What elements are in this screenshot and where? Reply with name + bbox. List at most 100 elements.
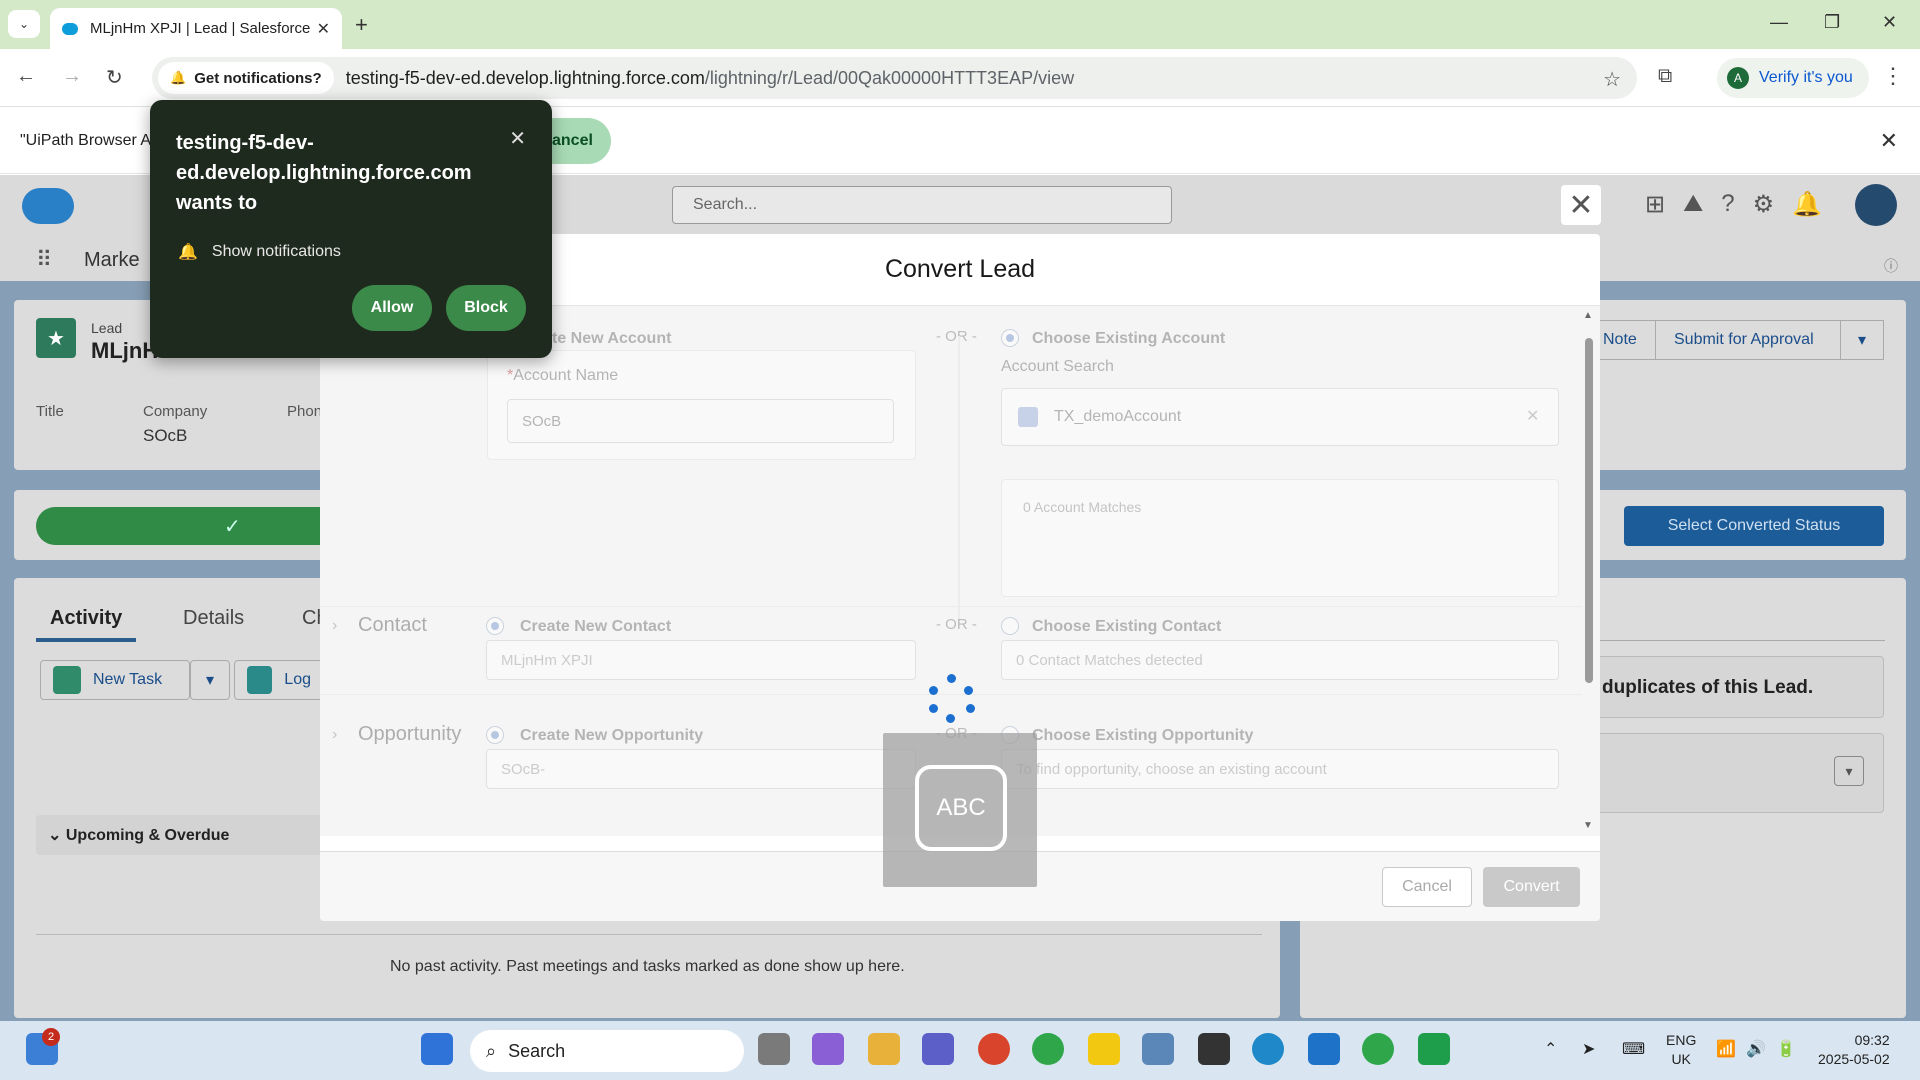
contact-section-title[interactable]: Contact bbox=[358, 614, 427, 637]
app-icon-red[interactable] bbox=[978, 1033, 1010, 1065]
close-window-button[interactable]: ✕ bbox=[1882, 12, 1897, 33]
salesforce-logo[interactable] bbox=[22, 188, 74, 224]
submit-for-approval-button[interactable]: Submit for Approval bbox=[1655, 320, 1841, 360]
keyboard-icon[interactable]: ⌨ bbox=[1622, 1039, 1645, 1059]
spinner-dot bbox=[946, 714, 955, 723]
add-icon[interactable]: ⊞ bbox=[1645, 190, 1665, 219]
help-icon[interactable]: ? bbox=[1721, 190, 1734, 219]
extensions-icon[interactable]: ⧉ bbox=[1658, 65, 1672, 88]
create-new-contact-radio[interactable] bbox=[486, 617, 504, 635]
copilot-icon[interactable] bbox=[812, 1033, 844, 1065]
language-indicator[interactable]: ENG UK bbox=[1666, 1031, 1696, 1069]
new-opportunity-name-input[interactable]: SOcB- bbox=[486, 749, 916, 789]
notification-chip[interactable]: 🔔 Get notifications? bbox=[158, 62, 334, 94]
spinner-dot bbox=[929, 704, 938, 713]
opportunity-chevron-icon[interactable]: › bbox=[332, 726, 337, 744]
scroll-down-icon[interactable]: ▼ bbox=[1583, 820, 1593, 831]
choose-existing-contact-radio[interactable] bbox=[1001, 617, 1019, 635]
app-icon-blue-s[interactable] bbox=[1308, 1033, 1340, 1065]
setup-gear-icon[interactable]: ⚙ bbox=[1753, 190, 1775, 219]
battery-icon[interactable]: 🔋 bbox=[1776, 1039, 1796, 1059]
scrollbar-thumb[interactable] bbox=[1585, 338, 1593, 683]
account-matches-text: 0 Account Matches bbox=[1023, 499, 1142, 515]
permission-label: Show notifications bbox=[211, 243, 341, 260]
back-icon[interactable]: ← bbox=[16, 65, 36, 88]
info-icon[interactable]: ⓘ bbox=[1884, 256, 1898, 276]
trailhead-icon[interactable]: ⛰ bbox=[1683, 190, 1703, 219]
terminal-icon[interactable] bbox=[1198, 1033, 1230, 1065]
new-tab-button[interactable]: + bbox=[355, 12, 368, 38]
bookmark-star-icon[interactable]: ☆ bbox=[1603, 67, 1621, 92]
location-icon[interactable]: ➤ bbox=[1582, 1039, 1595, 1059]
url-text[interactable]: testing-f5-dev-ed.develop.lightning.forc… bbox=[346, 68, 1074, 89]
notifications-bell-icon[interactable]: 🔔 bbox=[1792, 190, 1822, 219]
spinner-dot bbox=[964, 686, 973, 695]
company-field-value: SOcB bbox=[143, 426, 188, 445]
log-call-button[interactable]: Log bbox=[234, 660, 324, 700]
app-launcher-icon[interactable]: ⠿ bbox=[36, 247, 52, 273]
new-task-button[interactable]: New Task bbox=[40, 660, 190, 700]
permission-row: 🔔 Show notifications bbox=[178, 242, 341, 262]
new-task-menu-chevron-icon[interactable]: ▾ bbox=[190, 660, 230, 700]
wifi-icon[interactable]: 📶 bbox=[1716, 1039, 1736, 1059]
permission-close-icon[interactable]: ✕ bbox=[509, 126, 526, 151]
modal-scrollbar[interactable]: ▲ ▼ bbox=[1583, 310, 1595, 831]
choose-existing-account-radio[interactable] bbox=[1001, 329, 1019, 347]
convert-button[interactable]: Convert bbox=[1483, 867, 1580, 907]
block-button[interactable]: Block bbox=[446, 285, 526, 331]
chrome-profile-icon[interactable] bbox=[1362, 1033, 1394, 1065]
teams-icon[interactable] bbox=[922, 1033, 954, 1065]
scroll-up-icon[interactable]: ▲ bbox=[1583, 310, 1593, 321]
forward-icon[interactable]: → bbox=[62, 65, 82, 88]
address-bar[interactable]: 🔔 Get notifications? testing-f5-dev-ed.d… bbox=[152, 57, 1637, 99]
taskbar-search-box[interactable]: ⌕ Search bbox=[470, 1030, 744, 1072]
file-explorer-icon[interactable] bbox=[868, 1033, 900, 1065]
more-actions-chevron-icon[interactable]: ▾ bbox=[1840, 320, 1884, 360]
create-new-opportunity-label: Create New Opportunity bbox=[520, 727, 704, 744]
reload-icon[interactable]: ↻ bbox=[106, 65, 123, 90]
path-stage-completed[interactable] bbox=[36, 507, 326, 545]
chrome-icon[interactable] bbox=[1032, 1033, 1064, 1065]
browser-tab-active[interactable]: MLjnHm XPJI | Lead | Salesforce ✕ bbox=[50, 8, 342, 49]
new-contact-name-input[interactable]: MLjnHm XPJI bbox=[486, 640, 916, 680]
upcoming-overdue-label: Upcoming & Overdue bbox=[65, 827, 230, 844]
allow-button[interactable]: Allow bbox=[352, 285, 432, 331]
edge-icon[interactable] bbox=[1252, 1033, 1284, 1065]
minimize-window-button[interactable]: — bbox=[1770, 12, 1788, 33]
network-tool-icon[interactable] bbox=[1142, 1033, 1174, 1065]
browser-menu-icon[interactable]: ⋮ bbox=[1882, 63, 1904, 89]
create-new-opportunity-radio[interactable] bbox=[486, 726, 504, 744]
account-search-input[interactable]: TX_demoAccount bbox=[1001, 388, 1559, 446]
upcoming-overdue-heading[interactable]: ⌄ Upcoming & Overdue bbox=[48, 825, 229, 845]
active-tab-indicator bbox=[36, 638, 136, 642]
infobar-close-icon[interactable]: ✕ bbox=[1880, 128, 1898, 154]
sticky-notes-icon[interactable] bbox=[1088, 1033, 1120, 1065]
contact-chevron-icon[interactable]: › bbox=[332, 617, 337, 635]
restore-window-button[interactable]: ❐ bbox=[1824, 12, 1840, 33]
select-converted-status-button[interactable]: Select Converted Status bbox=[1624, 506, 1884, 546]
taskbar-clock[interactable]: 09:32 2025-05-02 bbox=[1818, 1031, 1890, 1069]
contact-or-label: - OR - bbox=[936, 616, 977, 633]
verify-label: Verify it's you bbox=[1759, 69, 1853, 86]
volume-icon[interactable]: 🔊 bbox=[1746, 1039, 1766, 1059]
chevron-up-icon[interactable]: ⌃ bbox=[1544, 1039, 1557, 1059]
clear-selection-icon[interactable]: ✕ bbox=[1526, 406, 1539, 426]
tab-search-button[interactable]: ⌄ bbox=[8, 10, 40, 38]
spinner-dot bbox=[966, 704, 975, 713]
account-name-input[interactable]: SOcB bbox=[507, 399, 894, 443]
modal-close-icon[interactable]: ✕ bbox=[1561, 185, 1601, 225]
start-windows-icon[interactable] bbox=[421, 1033, 453, 1065]
opportunity-section-title[interactable]: Opportunity bbox=[358, 723, 461, 746]
cancel-button[interactable]: Cancel bbox=[1382, 867, 1472, 907]
verify-profile-button[interactable]: A Verify it's you bbox=[1717, 58, 1869, 98]
close-tab-icon[interactable]: ✕ bbox=[317, 19, 330, 39]
widget-dropdown-icon[interactable]: ▾ bbox=[1834, 756, 1864, 786]
tab-activity[interactable]: Activity bbox=[50, 607, 122, 630]
tab-details[interactable]: Details bbox=[183, 607, 244, 630]
global-search-input[interactable]: Search... bbox=[672, 186, 1172, 224]
task-view-icon[interactable] bbox=[758, 1033, 790, 1065]
activity-divider bbox=[36, 934, 1262, 935]
user-avatar[interactable] bbox=[1855, 184, 1897, 226]
media-app-icon[interactable] bbox=[1418, 1033, 1450, 1065]
infobar-text: "UiPath Browser A bbox=[20, 132, 152, 149]
